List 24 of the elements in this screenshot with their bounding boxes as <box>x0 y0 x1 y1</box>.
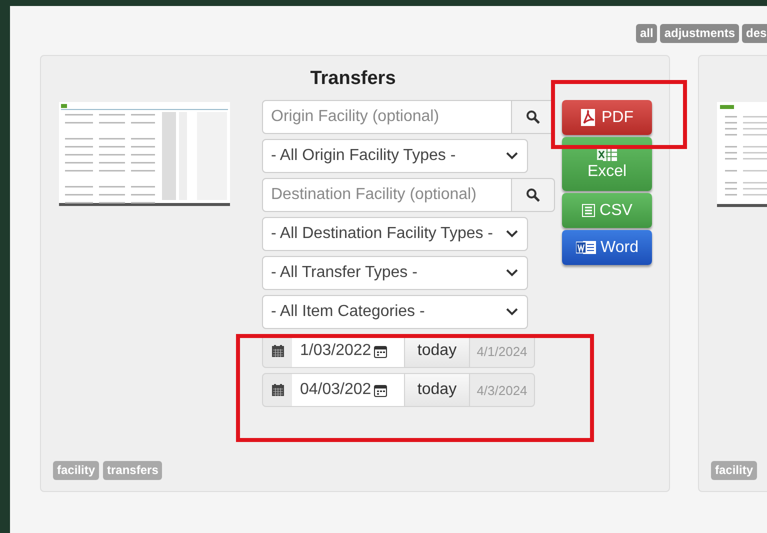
document-icon <box>576 240 596 255</box>
tag-label[interactable]: adjustments <box>660 24 740 43</box>
facility-search-field[interactable]: Origin Facility (optional) <box>262 100 512 134</box>
search-icon <box>526 110 540 124</box>
filter-dropdown[interactable]: - All Origin Facility Types - <box>262 139 528 173</box>
filter-dropdown[interactable]: - All Transfer Types - <box>262 256 528 290</box>
list-icon <box>582 204 595 217</box>
report-title: Transfers <box>309 67 397 91</box>
filter-dropdown[interactable]: - All Destination Facility Types - <box>262 217 528 251</box>
search-icon <box>526 188 540 202</box>
pdf-icon <box>580 109 596 126</box>
chevron-icon <box>506 269 518 277</box>
chevron-icon <box>506 308 518 316</box>
word-export-button[interactable]: Word <box>562 230 652 265</box>
tag-label[interactable]: des <box>742 24 767 43</box>
excel-export-button[interactable]: Excel <box>562 137 652 191</box>
facility-search-field[interactable]: Destination Facility (optional) <box>262 178 512 212</box>
chevron-icon <box>506 152 518 160</box>
search-button[interactable] <box>512 178 555 212</box>
pdf-export-button[interactable]: PDF <box>562 100 652 135</box>
filter-dropdown[interactable]: - All Item Categories - <box>262 295 528 329</box>
tag-label[interactable]: all <box>636 24 658 43</box>
chevron-icon <box>506 230 518 238</box>
csv-export-button[interactable]: CSV <box>562 193 652 228</box>
